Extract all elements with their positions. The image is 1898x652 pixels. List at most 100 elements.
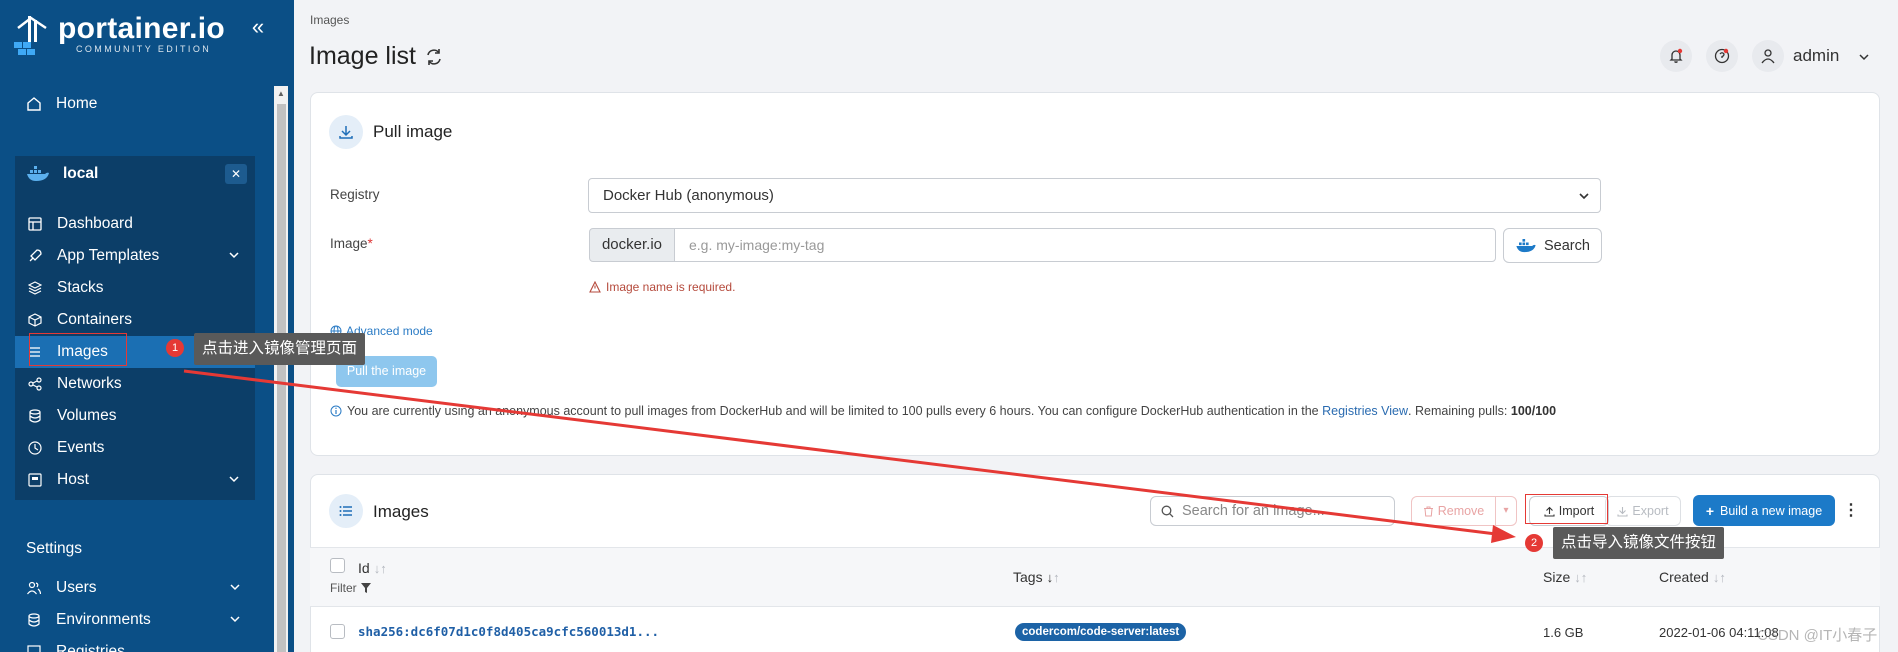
trash-icon (1423, 506, 1433, 516)
scroll-up-icon[interactable]: ▲ (275, 88, 287, 100)
error-text: Image name is required. (606, 280, 736, 294)
portainer-logo[interactable]: portainer.io COMMUNITY EDITION (12, 14, 225, 58)
chevron-down-icon[interactable] (227, 472, 241, 486)
sort-icon: ↓↑ (1712, 569, 1726, 585)
sidebar-item-label: App Templates (57, 247, 160, 264)
sidebar-item-events[interactable]: Events (15, 432, 255, 464)
share-icon (27, 376, 43, 392)
sidebar-item-label: Networks (57, 375, 122, 392)
image-size: 1.6 GB (1543, 625, 1584, 640)
remove-options-button[interactable]: ▾ (1495, 496, 1517, 526)
column-id[interactable]: Id ↓↑ (358, 560, 387, 576)
column-id-label: Id (358, 560, 370, 576)
chevron-down-icon[interactable] (228, 612, 242, 626)
host-icon (27, 472, 43, 488)
sidebar-item-label: Dashboard (57, 215, 133, 232)
sidebar-item-label: Host (57, 471, 89, 488)
column-created-label: Created (1659, 569, 1709, 585)
pull-image-title: Pull image (373, 122, 453, 141)
chevron-down-icon[interactable] (1857, 50, 1871, 64)
image-error-message: Image name is required. (589, 280, 735, 294)
annotation-highlight-import (1525, 494, 1608, 524)
database-icon (26, 612, 42, 628)
users-icon (26, 580, 42, 596)
sidebar-item-label: Registries (56, 643, 125, 652)
filter-button[interactable]: Filter (330, 581, 372, 595)
required-marker: * (367, 236, 373, 251)
remove-label: Remove (1437, 504, 1485, 518)
help-icon (1714, 48, 1730, 64)
row-checkbox[interactable] (330, 624, 345, 639)
close-environment-icon[interactable]: ✕ (225, 164, 247, 184)
search-button-label: Search (1544, 237, 1590, 254)
sidebar-item-containers[interactable]: Containers (15, 304, 255, 336)
remaining-pulls: 100/100 (1510, 404, 1557, 418)
bell-icon (1669, 48, 1683, 63)
user-avatar[interactable] (1752, 40, 1784, 72)
sidebar-item-app-templates[interactable]: App Templates (15, 240, 255, 272)
chevron-down-icon[interactable] (228, 580, 242, 594)
sidebar-item-home[interactable]: Home (16, 88, 97, 120)
export-label: Export (1632, 504, 1669, 518)
page-title-text: Image list (309, 42, 416, 70)
sidebar-item-host[interactable]: Host (15, 464, 255, 496)
help-button[interactable] (1706, 40, 1738, 72)
info-after-text: . Remaining pulls: (1408, 404, 1508, 418)
more-options-icon[interactable]: ⋮ (1843, 502, 1859, 520)
environment-panel: local ✕ Dashboard App Templates Stacks C… (15, 156, 255, 500)
dockerhub-info: You are currently using an anonymous acc… (330, 404, 1556, 418)
sidebar-scrollbar-thumb[interactable] (277, 104, 286, 652)
sidebar-item-stacks[interactable]: Stacks (15, 272, 255, 304)
settings-section-title: Settings (26, 540, 83, 557)
sort-icon: ↓↑ (373, 560, 387, 576)
docker-icon (1516, 238, 1536, 252)
column-tags[interactable]: Tags ↓ ↑ (1013, 569, 1060, 585)
build-image-button[interactable]: + Build a new image (1693, 495, 1835, 526)
watermark: CSDN @IT小春子 (1757, 627, 1878, 644)
refresh-icon[interactable] (424, 47, 444, 67)
image-name-input[interactable]: e.g. my-image:my-tag (674, 228, 1496, 262)
sidebar-item-networks[interactable]: Networks (15, 368, 255, 400)
column-tags-label: Tags (1013, 569, 1043, 585)
column-size[interactable]: Size ↓↑ (1543, 569, 1587, 585)
breadcrumb[interactable]: Images (310, 13, 349, 27)
image-search-input[interactable]: Search for an image... (1150, 496, 1395, 526)
sidebar-item-environments[interactable]: Environments (16, 604, 256, 636)
annotation-step-2-badge: 2 (1525, 534, 1543, 552)
chevron-down-icon[interactable] (227, 248, 241, 262)
select-all-checkbox[interactable] (330, 558, 345, 573)
clock-icon (27, 440, 43, 456)
image-tag-badge: codercom/code-server:latest (1015, 623, 1187, 641)
filter-icon (360, 583, 371, 593)
sidebar-item-label: Home (56, 95, 98, 112)
image-id-link[interactable]: sha256:dc6f07d1c0f8d405ca9cfc560013d1... (358, 624, 659, 639)
registry-select[interactable]: Docker Hub (anonymous) (588, 178, 1601, 213)
environment-header[interactable]: local ✕ (15, 156, 255, 192)
sidebar-item-registries[interactable]: Registries (16, 636, 125, 652)
logo-subtitle: COMMUNITY EDITION (76, 44, 212, 54)
export-button[interactable]: Export (1605, 496, 1681, 526)
layers-icon (27, 280, 43, 296)
registries-view-link[interactable]: Registries View (1322, 404, 1408, 418)
download-icon (329, 115, 363, 149)
annotation-highlight-images (29, 333, 127, 366)
sidebar-item-dashboard[interactable]: Dashboard (15, 208, 255, 240)
column-created[interactable]: Created ↓↑ (1659, 569, 1726, 585)
image-label: Image* (330, 236, 373, 251)
user-name[interactable]: admin (1793, 46, 1839, 66)
list-icon (329, 494, 363, 528)
rocket-icon (27, 248, 43, 264)
search-dockerhub-button[interactable]: Search (1503, 228, 1602, 263)
logo-title: portainer.io (58, 12, 225, 45)
sidebar-item-volumes[interactable]: Volumes (15, 400, 255, 432)
search-icon (1161, 505, 1174, 517)
sidebar-item-label: Events (57, 439, 105, 456)
sidebar-item-users[interactable]: Users (16, 572, 256, 604)
remove-button[interactable]: Remove (1411, 496, 1496, 526)
annotation-step-1-callout: 点击进入镜像管理页面 (194, 333, 366, 365)
sidebar-item-label: Environments (56, 611, 151, 628)
box-icon (27, 312, 43, 328)
column-size-label: Size (1543, 569, 1571, 585)
collapse-sidebar-icon[interactable]: « (246, 16, 270, 40)
notifications-button[interactable] (1660, 40, 1692, 72)
